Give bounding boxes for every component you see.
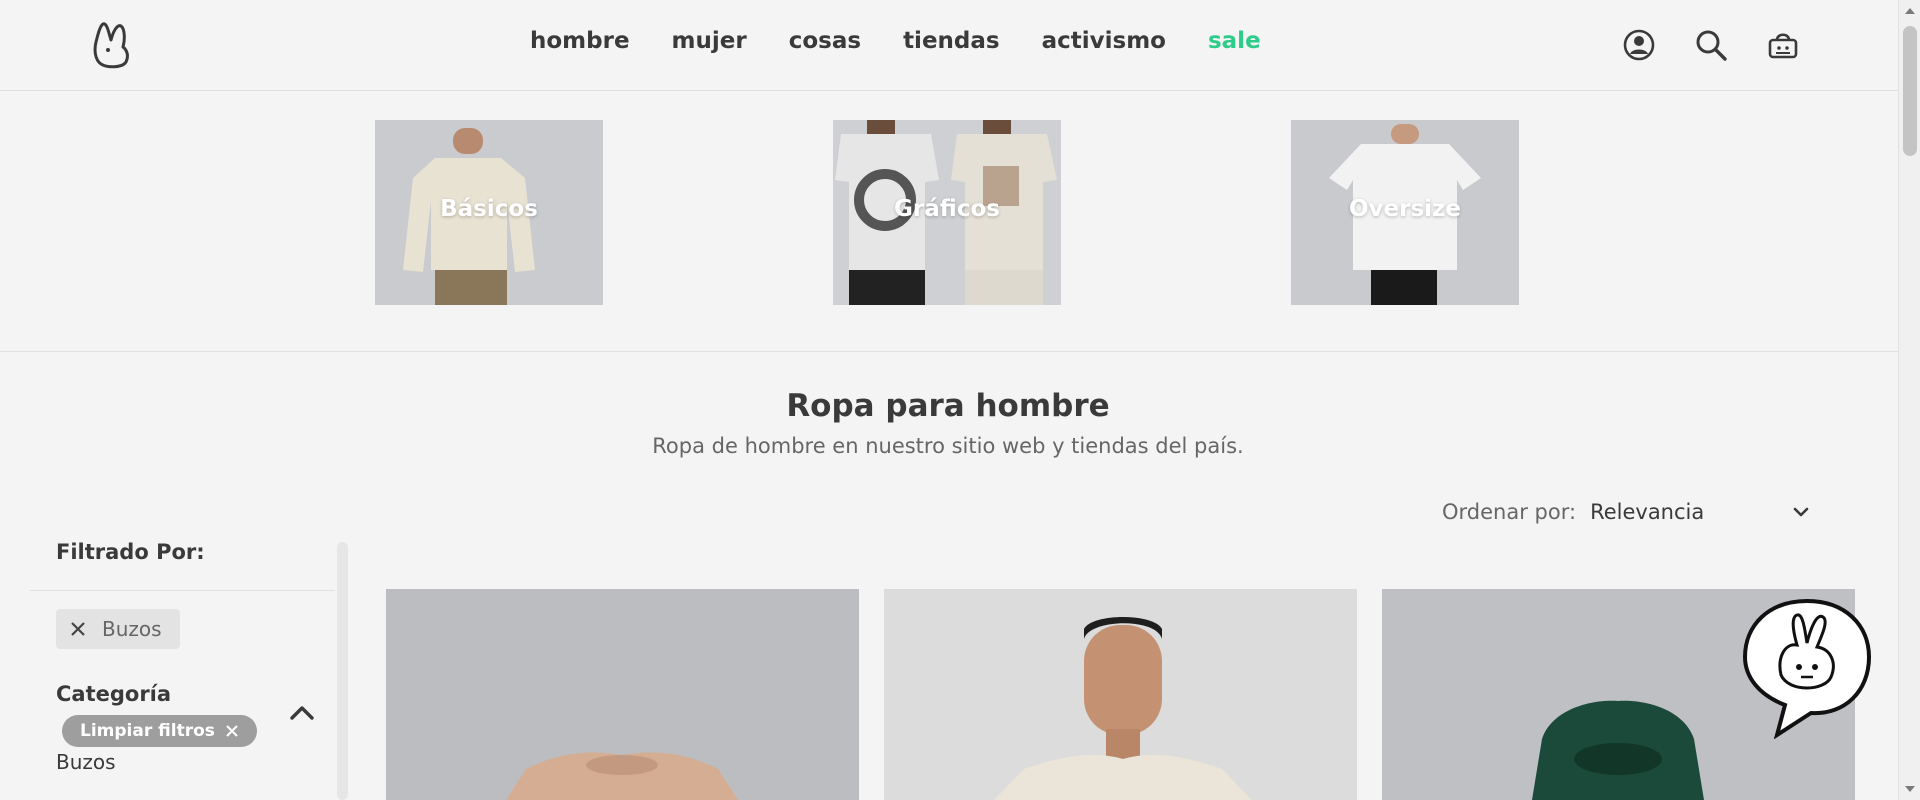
active-filter-chip[interactable]: Buzos (56, 609, 180, 649)
chat-bunny-icon[interactable] (1741, 597, 1873, 739)
close-icon[interactable] (68, 619, 88, 639)
category-oversize[interactable]: Oversize (1291, 120, 1519, 305)
product-card-1[interactable] (386, 589, 859, 800)
category-basicos-label: Básicos (440, 196, 538, 222)
scroll-up-arrow-icon[interactable] (1905, 8, 1915, 14)
category-heading: Categoría (56, 682, 172, 706)
active-filter-label: Buzos (102, 617, 162, 641)
category-graficos-label: Gráficos (894, 196, 1000, 222)
category-basicos[interactable]: Básicos (375, 120, 603, 305)
category-oversize-label: Oversize (1348, 196, 1462, 222)
nav-tiendas[interactable]: tiendas (903, 28, 1000, 54)
sidebar-divider (30, 590, 335, 591)
scrollbar-thumb[interactable] (1903, 26, 1917, 156)
sort-label: Ordenar por: (1442, 500, 1577, 524)
sort-select[interactable]: Relevancia (1590, 500, 1780, 524)
search-icon[interactable] (1694, 28, 1728, 62)
product-image-2 (884, 589, 1357, 800)
sidebar-scrollbar[interactable] (337, 542, 348, 800)
chevron-down-icon[interactable] (1790, 501, 1812, 523)
product-image-1 (386, 589, 859, 800)
filter-heading: Filtrado Por: (56, 540, 205, 564)
main-nav: hombre mujer cosas tiendas activismo sal… (530, 28, 1261, 54)
chevron-up-icon[interactable] (288, 702, 316, 722)
category-graficos[interactable]: Gráficos (833, 120, 1061, 305)
page-subtitle: Ropa de hombre en nuestro sitio web y ti… (652, 434, 1244, 458)
clear-filters-button[interactable]: Limpiar filtros (62, 715, 257, 747)
bunny-logo-icon[interactable] (93, 20, 133, 70)
nav-hombre[interactable]: hombre (530, 28, 630, 54)
filter-sidebar: Filtrado Por: Buzos Categoría Limpiar fi… (30, 540, 335, 800)
product-card-2[interactable] (884, 589, 1357, 800)
nav-sale[interactable]: sale (1208, 28, 1261, 54)
page-scrollbar[interactable] (1898, 0, 1920, 800)
scroll-down-arrow-icon[interactable] (1905, 786, 1915, 792)
close-icon[interactable] (225, 724, 239, 738)
shopping-bag-icon[interactable] (1766, 28, 1800, 62)
clear-filters-label: Limpiar filtros (80, 721, 215, 741)
category-tiles: Básicos Gráficos Oversize (0, 91, 1898, 352)
nav-mujer[interactable]: mujer (672, 28, 747, 54)
nav-activismo[interactable]: activismo (1042, 28, 1166, 54)
nav-cosas[interactable]: cosas (789, 28, 861, 54)
account-icon[interactable] (1622, 28, 1656, 62)
site-header: hombre mujer cosas tiendas activismo sal… (0, 0, 1898, 91)
page-title: Ropa para hombre (786, 388, 1110, 424)
category-item-buzos[interactable]: Buzos (56, 750, 116, 774)
sort-control[interactable]: Ordenar por: Relevancia (1442, 500, 1812, 524)
